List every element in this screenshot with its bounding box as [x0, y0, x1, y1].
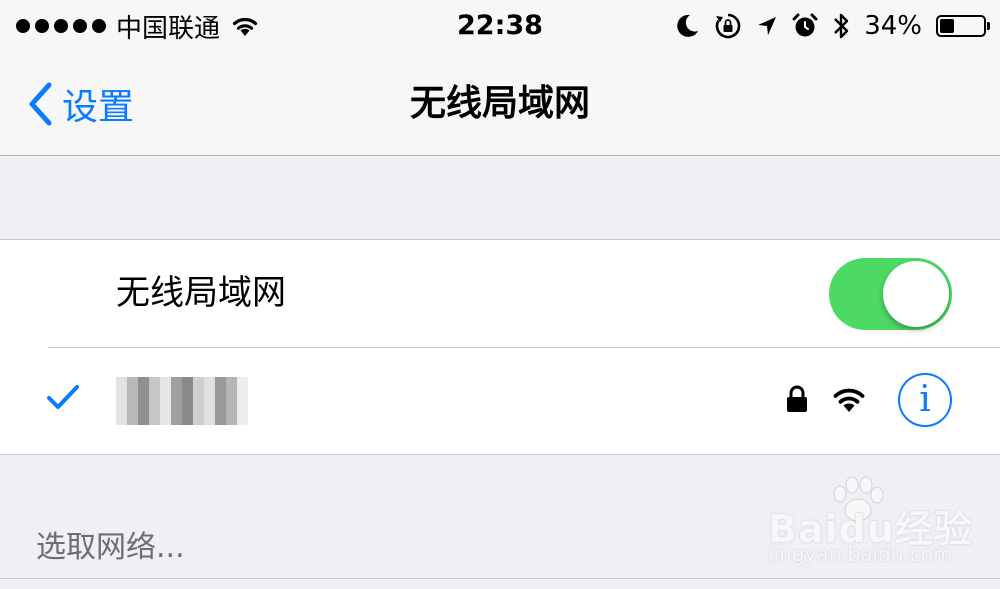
lock-icon	[787, 385, 807, 412]
network-name-pixelated	[116, 377, 248, 425]
moon-icon	[677, 14, 699, 37]
navigation-bar: 设置 无线局域网	[0, 52, 1000, 156]
rotation-lock-icon	[715, 13, 741, 39]
location-icon	[758, 17, 777, 35]
wifi-settings-group: 无线局域网 i	[0, 239, 1000, 455]
wifi-toggle-switch[interactable]	[829, 258, 952, 330]
status-bar: 中国联通 22:38 34%	[0, 0, 1000, 52]
battery-level	[940, 19, 954, 33]
bluetooth-icon	[834, 13, 849, 39]
status-right: 34%	[676, 0, 990, 52]
wifi-toggle-label: 无线局域网	[116, 273, 286, 313]
section-divider	[0, 578, 1000, 579]
watermark-url: jingyan.baidu.com	[768, 542, 953, 566]
wifi-toggle-row: 无线局域网	[0, 240, 1000, 347]
checkmark-icon	[47, 385, 79, 409]
info-button[interactable]: i	[898, 373, 952, 427]
battery-percentage: 34%	[864, 11, 922, 41]
connected-network-row[interactable]: i	[0, 347, 1000, 454]
baidu-watermark: Baidu经验 jingyan.baidu.com	[768, 476, 988, 570]
battery-icon	[936, 15, 990, 37]
toggle-knob	[883, 261, 949, 327]
page-title: 无线局域网	[409, 83, 590, 124]
wifi-signal-icon	[833, 388, 865, 412]
choose-network-header: 选取网络...	[36, 530, 185, 565]
alarm-icon	[792, 13, 818, 37]
